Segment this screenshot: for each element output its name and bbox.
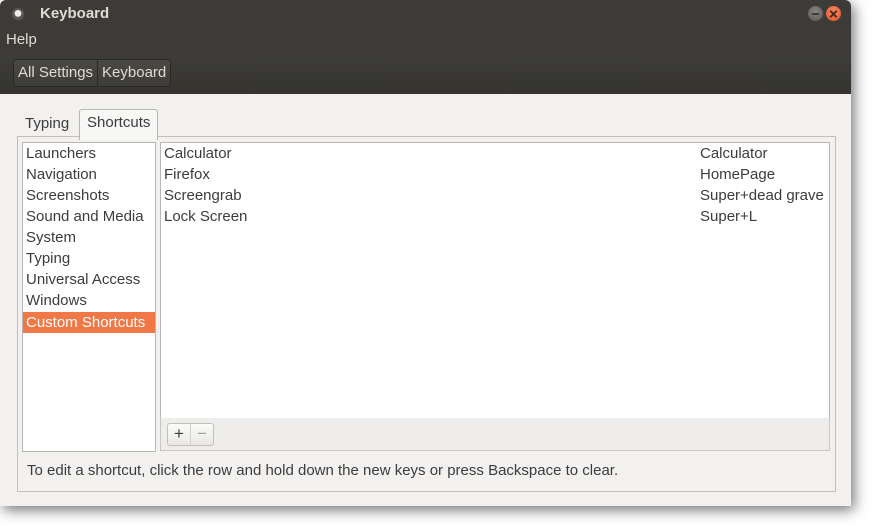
shortcut-name: Screengrab: [164, 187, 242, 204]
shortcut-keys: Super+L: [700, 208, 758, 225]
category-item[interactable]: Screenshots: [23, 185, 155, 206]
close-icon[interactable]: [826, 6, 841, 21]
shortcut-keys: Calculator: [700, 145, 768, 162]
shortcut-row[interactable]: Calculator Calculator: [161, 143, 829, 164]
category-list: Launchers Navigation Screenshots Sound and …: [22, 142, 156, 452]
category-item[interactable]: Launchers: [23, 143, 155, 164]
breadcrumb: All Settings Keyboard: [13, 59, 172, 87]
category-item[interactable]: Typing: [23, 248, 155, 269]
category-item[interactable]: Custom Shortcuts: [23, 312, 155, 333]
shortcut-name: Lock Screen: [164, 208, 248, 225]
shortcut-keys: HomePage: [700, 166, 776, 183]
content-area: Typing Shortcuts Launchers Navigation Scre…: [0, 94, 851, 506]
toolbar: All Settings Keyboard: [0, 52, 851, 94]
tab-typing[interactable]: Typing: [25, 115, 69, 132]
hint-text: To edit a shortcut, click the row and ho…: [27, 462, 619, 479]
shortcut-row[interactable]: Lock Screen Super+L: [161, 206, 829, 227]
category-item[interactable]: System: [23, 227, 155, 248]
category-item[interactable]: Sound and Media: [23, 206, 155, 227]
shortcut-keys: Super+dead grave: [700, 187, 824, 204]
menu-help[interactable]: Help: [6, 31, 37, 48]
shortcut-row[interactable]: Screengrab Super+dead grave: [161, 185, 829, 206]
minimize-icon[interactable]: [808, 6, 823, 21]
title-bar: Keyboard: [0, 0, 851, 28]
menu-bar: Help: [0, 28, 851, 52]
shortcut-name: Calculator: [164, 145, 232, 162]
tab-shortcuts[interactable]: Shortcuts: [79, 109, 159, 140]
breadcrumb-keyboard[interactable]: Keyboard: [97, 60, 170, 86]
add-remove-group: + −: [167, 423, 214, 446]
category-item[interactable]: Navigation: [23, 164, 155, 185]
add-shortcut-button[interactable]: +: [168, 424, 190, 445]
breadcrumb-all-settings[interactable]: All Settings: [14, 60, 97, 86]
keyboard-window: Keyboard Help All Settings Keyboard Typi…: [0, 0, 851, 506]
shortcut-row[interactable]: Firefox HomePage: [161, 164, 829, 185]
shortcut-name: Firefox: [164, 166, 210, 183]
window-menu-icon[interactable]: [12, 8, 24, 20]
shortcut-list: Calculator Calculator Firefox HomePage Scree…: [160, 142, 830, 419]
window-title: Keyboard: [40, 5, 110, 22]
remove-shortcut-button[interactable]: −: [190, 424, 213, 445]
category-item[interactable]: Universal Access: [23, 269, 155, 290]
shortcut-list-toolbar: + −: [160, 418, 830, 451]
category-item[interactable]: Windows: [23, 290, 155, 311]
